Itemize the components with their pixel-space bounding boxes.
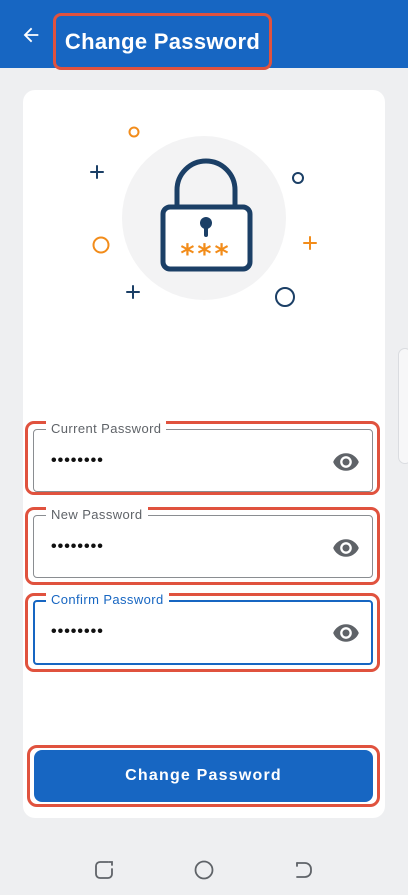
plus-icon <box>126 285 140 299</box>
lock-illustration: *** <box>90 126 317 307</box>
current-password-field[interactable]: Current Password •••••••• <box>33 421 373 492</box>
circle-icon <box>275 287 295 307</box>
page-title: Change Password <box>64 28 261 54</box>
title-highlight: Change Password <box>53 13 272 70</box>
eye-icon[interactable] <box>332 534 360 562</box>
back-button[interactable] <box>16 20 46 50</box>
new-password-field[interactable]: New Password •••••••• <box>33 507 373 578</box>
new-password-label: New Password <box>46 507 148 523</box>
back-icon[interactable] <box>291 858 315 882</box>
confirm-password-field[interactable]: Confirm Password •••••••• <box>33 592 373 665</box>
system-nav-bar <box>0 850 408 895</box>
arrow-left-icon <box>23 27 39 43</box>
confirm-password-label: Confirm Password <box>46 592 169 608</box>
current-password-value[interactable]: •••••••• <box>51 452 104 470</box>
eye-icon[interactable] <box>332 619 360 647</box>
confirm-password-value[interactable]: •••••••• <box>51 623 104 641</box>
edge-panel-handle[interactable] <box>398 348 408 464</box>
plus-icon <box>303 236 317 250</box>
current-password-label: Current Password <box>46 421 167 437</box>
home-icon[interactable] <box>192 858 216 882</box>
password-mask: *** <box>180 239 231 270</box>
circle-icon <box>92 236 110 254</box>
change-password-button[interactable]: Change Password <box>34 750 373 802</box>
circle-icon <box>292 172 304 184</box>
plus-icon <box>90 165 104 179</box>
eye-icon[interactable] <box>332 448 360 476</box>
new-password-value[interactable]: •••••••• <box>51 538 104 556</box>
circle-icon <box>128 126 140 138</box>
recent-apps-icon[interactable] <box>92 858 116 882</box>
app-bar: Change Password <box>0 0 408 70</box>
